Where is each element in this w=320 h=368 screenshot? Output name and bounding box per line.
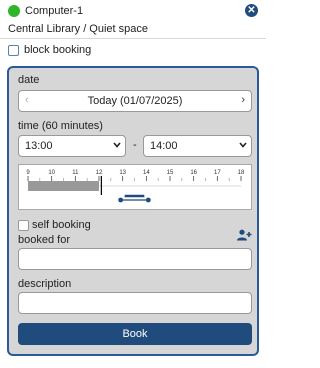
description-input[interactable] [18, 292, 252, 314]
timeline-hour-label: 14 [143, 170, 150, 176]
availability-timeline[interactable]: 9 10 11 12 13 14 15 16 17 18 [18, 164, 252, 210]
chevron-right-icon[interactable]: › [241, 94, 245, 106]
date-selector: ‹ Today (01/07/2025) › [18, 90, 252, 112]
booked-for-input[interactable] [18, 248, 252, 270]
timeline-hour-label: 15 [167, 170, 174, 176]
close-icon[interactable]: ✕ [245, 4, 258, 17]
date-label: date [18, 74, 40, 86]
timeline-hour-label: 12 [96, 170, 103, 176]
description-label: description [18, 278, 72, 290]
start-time-value: 13:00 [25, 140, 53, 152]
add-user-icon[interactable] [237, 229, 252, 241]
timeline-booked-bar [28, 181, 99, 191]
self-booking-checkbox[interactable] [18, 220, 29, 231]
header-divider [0, 38, 266, 39]
resource-title: Computer-1 [25, 5, 84, 17]
booking-panel: date ‹ Today (01/07/2025) › time (60 min… [7, 66, 259, 356]
timeline-hour-label: 11 [72, 170, 79, 176]
self-booking-label: self booking [32, 219, 91, 231]
timeline-hour-label: 16 [190, 170, 197, 176]
chevron-down-icon [239, 142, 247, 148]
timeline-hour-label: 17 [214, 170, 221, 176]
time-separator: - [133, 139, 137, 151]
timeline-hour-label: 13 [119, 170, 126, 176]
end-time-value: 14:00 [150, 140, 178, 152]
block-booking-checkbox[interactable] [8, 45, 19, 56]
end-time-select[interactable]: 14:00 [143, 135, 252, 157]
status-indicator [8, 5, 20, 17]
start-time-select[interactable]: 13:00 [18, 135, 126, 157]
chevron-down-icon [113, 142, 121, 148]
timeline-hour-label: 9 [26, 170, 30, 176]
timeline-hour-label: 18 [238, 170, 245, 176]
book-button[interactable]: Book [18, 323, 252, 345]
window-header: Computer-1 ✕ [8, 4, 258, 18]
date-value[interactable]: Today (01/07/2025) [19, 95, 251, 107]
timeline-hour-label: 10 [48, 170, 55, 176]
timeline-graphic: 9 10 11 12 13 14 15 16 17 18 [26, 170, 245, 203]
location-breadcrumb: Central Library / Quiet space [8, 23, 149, 35]
block-booking-label: block booking [24, 44, 92, 56]
booked-for-label: booked for [18, 234, 70, 246]
time-label: time (60 minutes) [18, 120, 103, 132]
